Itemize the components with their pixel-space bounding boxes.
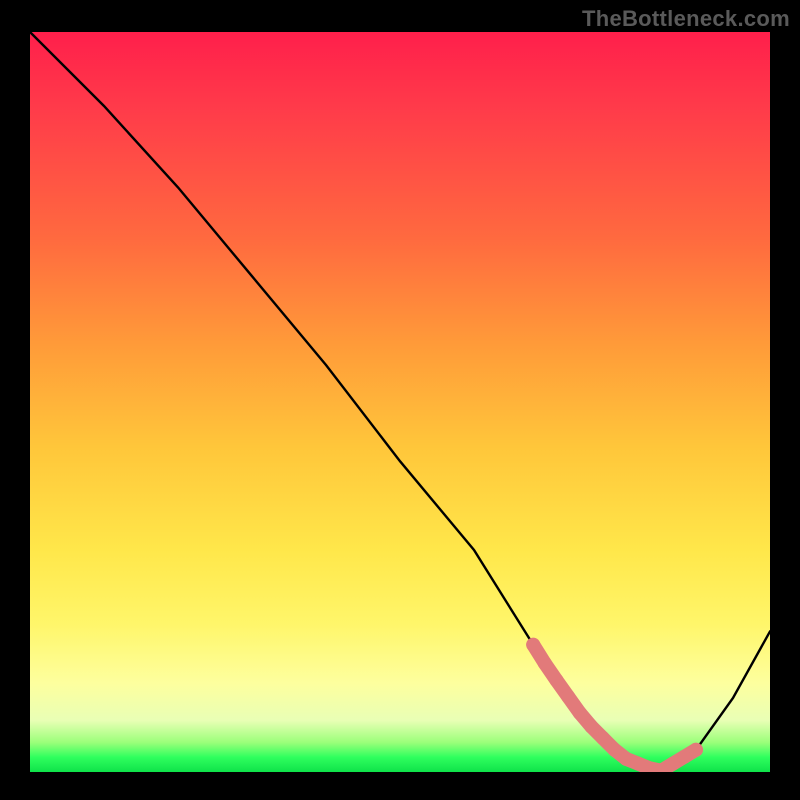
plot-area [30,32,770,772]
highlight-dot [573,706,587,720]
highlight-dot [584,720,598,734]
highlight-dot [561,690,575,704]
highlight-dot [677,750,691,764]
highlight-dot [549,673,563,687]
main-curve [30,32,770,772]
attribution-text: TheBottleneck.com [582,6,790,32]
highlight-dots [526,638,703,772]
highlight-dot [526,638,540,652]
chart-frame: TheBottleneck.com [0,0,800,800]
highlight-dot [689,743,703,757]
highlight-dot [608,743,622,757]
highlight-dot [596,731,610,745]
highlight-dot [538,656,552,670]
curve-layer [30,32,770,772]
highlight-dot [666,757,680,771]
